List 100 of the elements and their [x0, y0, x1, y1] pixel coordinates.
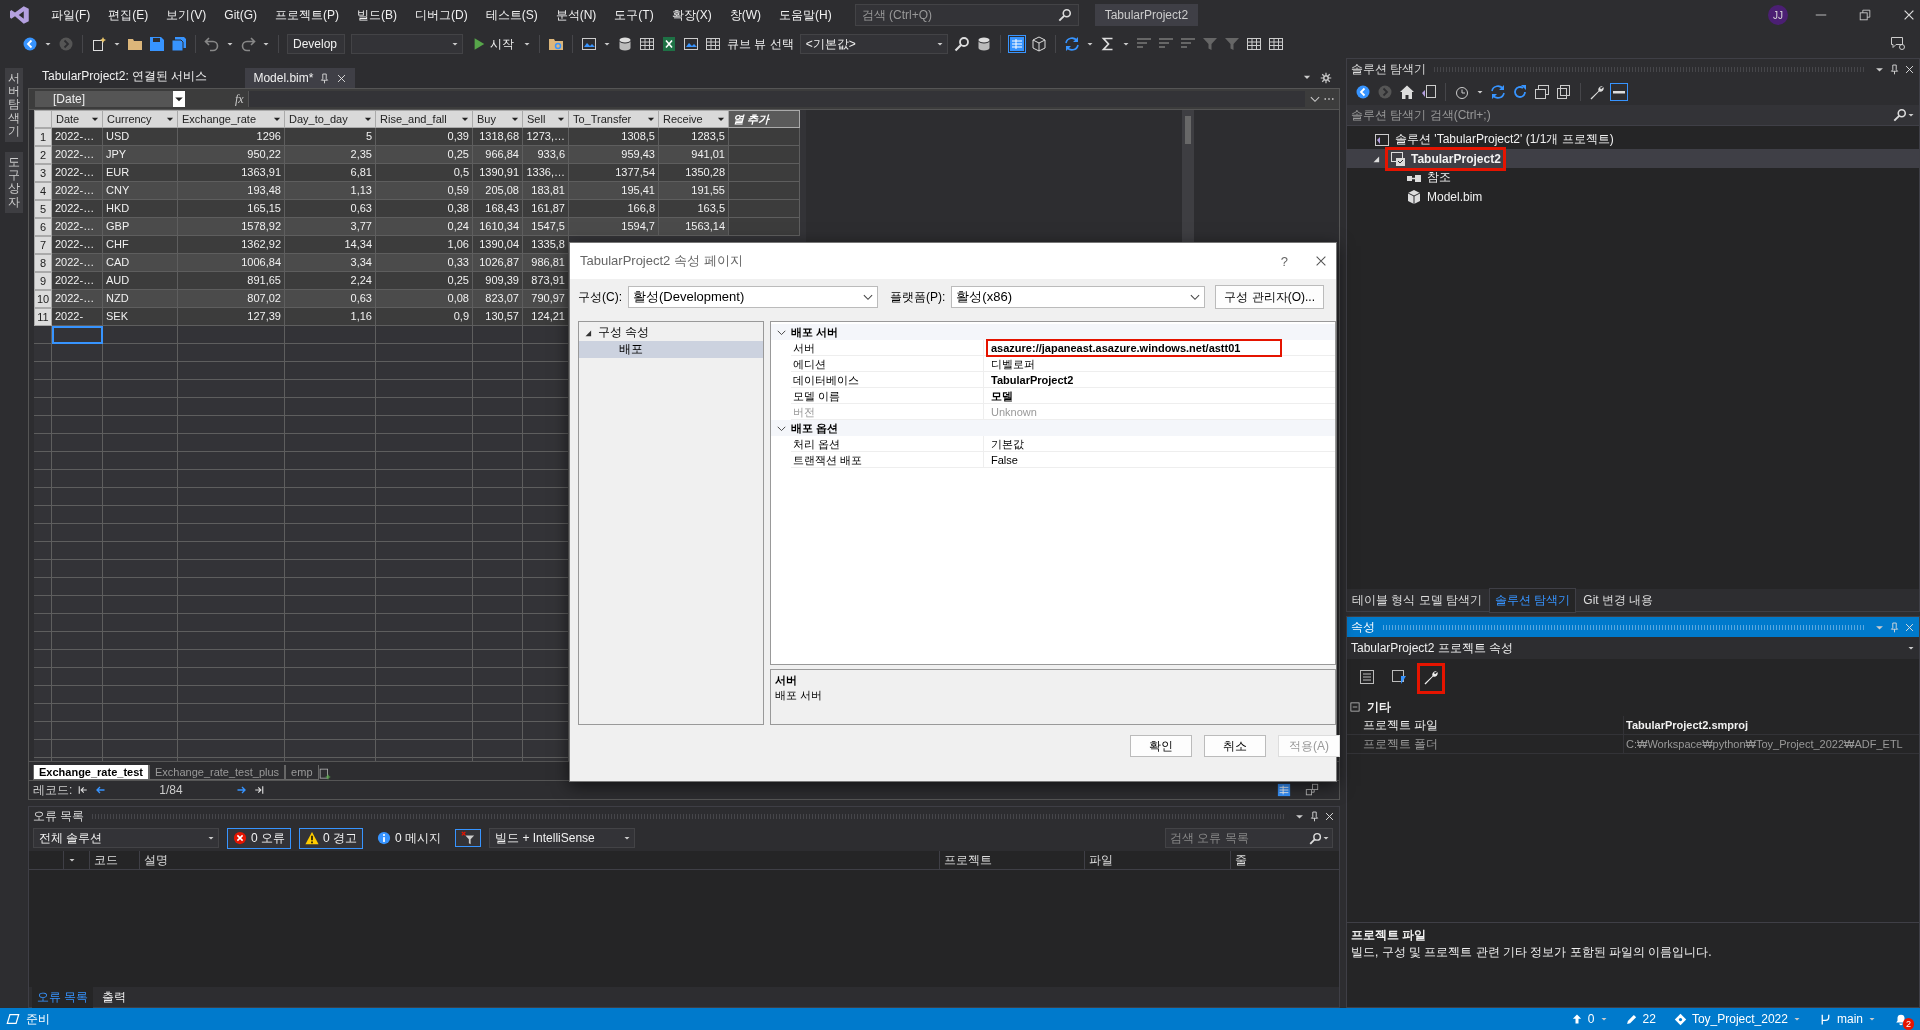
side-tab[interactable]: 서버 탐색기: [5, 68, 23, 142]
sync-icon[interactable]: [1063, 36, 1080, 52]
tree-item[interactable]: Model.bim: [1347, 187, 1919, 206]
column-header[interactable]: Receive: [659, 110, 729, 128]
restore-icon[interactable]: [1858, 8, 1872, 22]
database-icon[interactable]: [617, 36, 633, 52]
close-icon[interactable]: [336, 72, 348, 84]
property-value[interactable]: 모델: [991, 389, 1013, 402]
menu-item[interactable]: 빌드(B): [348, 3, 406, 27]
search-field[interactable]: 검색 (Ctrl+Q): [854, 4, 1079, 26]
switch-view-icon[interactable]: [1421, 84, 1437, 100]
panel-tab[interactable]: 솔루션 탐색기: [1489, 587, 1577, 613]
bell-icon[interactable]: [1894, 1012, 1908, 1026]
configuration-manager-button[interactable]: 구성 관리자(O)...: [1215, 285, 1324, 309]
next-record-icon[interactable]: [235, 784, 248, 796]
folder-icon[interactable]: [127, 36, 143, 52]
column-header[interactable]: 줄: [1230, 851, 1290, 869]
push-indicator[interactable]: 0: [1570, 1012, 1608, 1026]
back-icon[interactable]: [22, 36, 38, 52]
menu-item[interactable]: 확장(X): [662, 3, 721, 27]
formula-field[interactable]: [247, 91, 1305, 107]
previous-record-icon[interactable]: [94, 784, 107, 796]
collapse-icon[interactable]: [1534, 84, 1550, 100]
repository-selector[interactable]: Toy_Project_2022: [1673, 1012, 1801, 1026]
filter-toggle[interactable]: 0 메시지: [371, 827, 448, 849]
table-icon[interactable]: [1267, 36, 1284, 52]
sync-icon[interactable]: [1490, 84, 1506, 100]
save-all-icon[interactable]: [171, 36, 187, 52]
help-button[interactable]: ?: [1280, 253, 1288, 269]
new-row-cell[interactable]: [52, 326, 103, 344]
filter-icon[interactable]: [1223, 36, 1240, 52]
sheet-tab[interactable]: Exchange_rate_test_plus: [148, 765, 286, 780]
tree-item[interactable]: 배포: [579, 341, 763, 358]
back-icon[interactable]: [1355, 84, 1371, 100]
search-icon[interactable]: [1057, 8, 1072, 22]
menu-item[interactable]: 디버그(D): [406, 3, 477, 27]
preview-icon[interactable]: [1611, 84, 1627, 100]
cube-icon[interactable]: [1030, 36, 1047, 52]
property-value[interactable]: 디벨로퍼: [991, 357, 1035, 370]
image-icon[interactable]: [581, 36, 597, 52]
dialog-button[interactable]: 확인: [1130, 735, 1192, 757]
menu-item[interactable]: 편집(E): [99, 3, 158, 27]
refresh-icon[interactable]: [1512, 84, 1528, 100]
close-icon[interactable]: [1902, 8, 1916, 22]
property-value[interactable]: asazure://japaneast.asazure.windows.net/astt01: [991, 341, 1241, 354]
caret-icon[interactable]: [1907, 644, 1915, 652]
pin-icon[interactable]: [319, 72, 331, 84]
search-icon[interactable]: [1893, 108, 1907, 122]
new-item-icon[interactable]: [91, 36, 107, 52]
configuration-dropdown[interactable]: 활성(Development): [628, 286, 878, 308]
list-icon[interactable]: [1359, 669, 1375, 685]
column-header[interactable]: 프로젝트: [939, 851, 1084, 869]
caret-icon[interactable]: [935, 40, 944, 48]
menu-item[interactable]: 도구(T): [605, 3, 663, 27]
filter-button[interactable]: [455, 829, 482, 847]
menu-item[interactable]: 테스트(S): [476, 3, 547, 27]
caret-icon[interactable]: [603, 40, 611, 48]
undo-icon[interactable]: [204, 36, 220, 52]
column-header[interactable]: 코드: [89, 851, 139, 869]
document-tab[interactable]: Model.bim*: [245, 68, 356, 88]
pin-icon[interactable]: [1889, 63, 1900, 75]
caret-icon[interactable]: [1907, 111, 1915, 119]
panel-tab[interactable]: 출력: [97, 986, 132, 1008]
changes-indicator[interactable]: 22: [1625, 1012, 1656, 1026]
collapse-icon[interactable]: [1349, 701, 1361, 713]
side-tab[interactable]: 도구 상자: [5, 151, 23, 213]
column-header[interactable]: 설명: [139, 851, 939, 869]
menu-item[interactable]: 파일(F): [42, 3, 100, 27]
spreadsheet-icon[interactable]: [661, 36, 677, 52]
search-field[interactable]: 솔루션 탐색기 검색(Ctrl+;): [1347, 105, 1919, 126]
property-value[interactable]: False: [991, 453, 1018, 466]
filter-toggle[interactable]: 0 오류: [227, 827, 291, 849]
column-header[interactable]: 파일: [1084, 851, 1230, 869]
grid-view-icon[interactable]: [1008, 36, 1025, 52]
search-icon[interactable]: [953, 36, 970, 52]
menu-item[interactable]: 도움말(H): [770, 3, 841, 27]
image-icon[interactable]: [683, 36, 699, 52]
branch-selector[interactable]: main: [1819, 1012, 1876, 1026]
platform-dropdown[interactable]: 활성(x86): [951, 286, 1206, 308]
tree-item[interactable]: 구성 속성: [579, 324, 763, 341]
menu-item[interactable]: 프로젝트(P): [266, 3, 348, 27]
close-icon[interactable]: [1314, 254, 1328, 268]
caret-icon[interactable]: [1322, 834, 1330, 842]
search-field[interactable]: 검색 오류 목록: [1165, 828, 1333, 848]
folder-search-icon[interactable]: [548, 36, 564, 52]
caret-icon[interactable]: [1085, 40, 1094, 48]
panel-tab[interactable]: 테이블 형식 모델 탐색기: [1347, 588, 1487, 612]
table-icon[interactable]: [639, 36, 655, 52]
diagram-view-icon[interactable]: [1305, 783, 1319, 797]
perspective-dropdown[interactable]: <기본값>: [799, 34, 948, 54]
scope-dropdown[interactable]: 전체 솔루션: [33, 828, 219, 848]
column-header[interactable]: Currency: [103, 110, 178, 128]
panel-tab[interactable]: 오류 목록: [32, 986, 94, 1008]
column-header[interactable]: Buy: [473, 110, 523, 128]
panel-tab[interactable]: Git 변경 내용: [1578, 588, 1659, 612]
copy-icon[interactable]: [1556, 84, 1572, 100]
grid-view-icon[interactable]: [1277, 783, 1291, 797]
add-sheet-icon[interactable]: [318, 768, 331, 780]
sheet-tab[interactable]: emp: [285, 765, 319, 780]
menu-item[interactable]: Git(G): [215, 5, 266, 25]
